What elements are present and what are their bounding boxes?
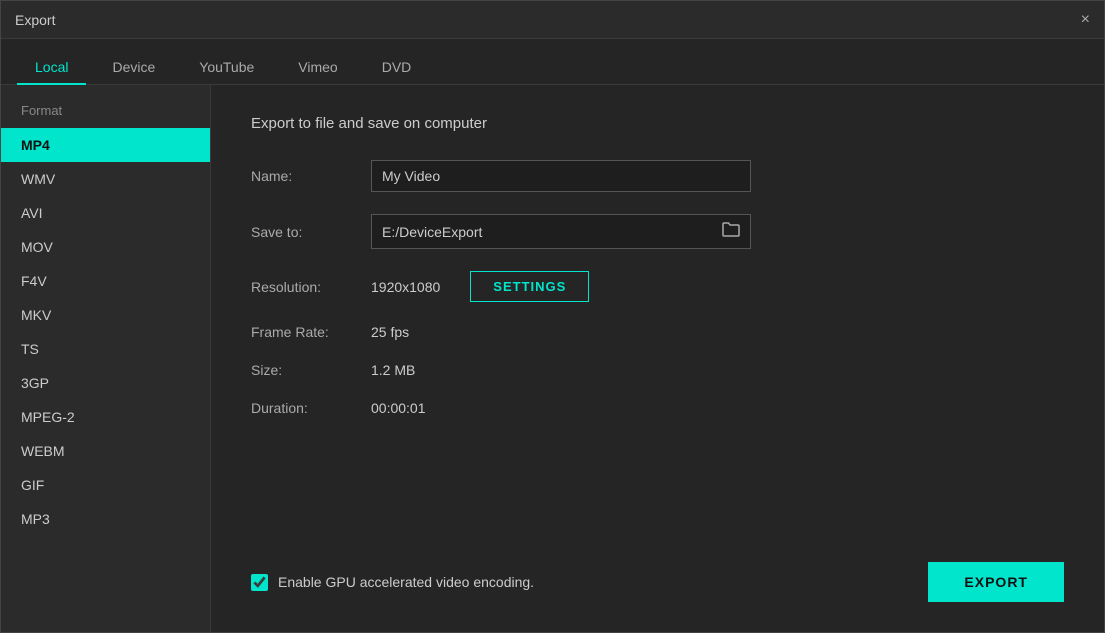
size-row: Size: 1.2 MB [251,362,1064,378]
size-value: 1.2 MB [371,362,415,378]
name-label: Name: [251,168,371,184]
sidebar-item-3gp[interactable]: 3GP [1,366,210,400]
save-to-row: Save to: [251,214,1064,249]
duration-row: Duration: 00:00:01 [251,400,1064,416]
resolution-row: Resolution: 1920x1080 SETTINGS [251,271,1064,302]
gpu-checkbox-label[interactable]: Enable GPU accelerated video encoding. [251,574,534,591]
save-to-container [371,214,751,249]
tab-youtube[interactable]: YouTube [181,51,272,85]
size-label: Size: [251,362,371,378]
duration-value: 00:00:01 [371,400,426,416]
export-button[interactable]: EXPORT [928,562,1064,602]
footer: Enable GPU accelerated video encoding. E… [251,542,1064,602]
save-to-input[interactable] [372,217,712,247]
window-title: Export [15,12,55,28]
tab-device[interactable]: Device [94,51,173,85]
close-button[interactable]: × [1081,12,1090,28]
gpu-label-text: Enable GPU accelerated video encoding. [278,574,534,590]
sidebar-item-f4v[interactable]: F4V [1,264,210,298]
sidebar: Format MP4 WMV AVI MOV F4V MKV TS 3GP MP… [1,85,211,632]
sidebar-item-ts[interactable]: TS [1,332,210,366]
name-row: Name: [251,160,1064,192]
resolution-value: 1920x1080 [371,279,440,295]
export-window: Export × Local Device YouTube Vimeo DVD … [0,0,1105,633]
tab-local[interactable]: Local [17,51,86,85]
save-to-label: Save to: [251,224,371,240]
sidebar-item-webm[interactable]: WEBM [1,434,210,468]
gpu-checkbox[interactable] [251,574,268,591]
content-area: Export to file and save on computer Name… [211,85,1104,632]
sidebar-item-mp4[interactable]: MP4 [1,128,210,162]
folder-browse-button[interactable] [712,215,750,248]
resolution-label: Resolution: [251,279,371,295]
main-content: Format MP4 WMV AVI MOV F4V MKV TS 3GP MP… [1,85,1104,632]
frame-rate-label: Frame Rate: [251,324,371,340]
title-bar: Export × [1,1,1104,39]
sidebar-item-mp3[interactable]: MP3 [1,502,210,536]
sidebar-item-avi[interactable]: AVI [1,196,210,230]
settings-button[interactable]: SETTINGS [470,271,589,302]
section-title: Export to file and save on computer [251,115,1064,132]
tab-vimeo[interactable]: Vimeo [280,51,355,85]
frame-rate-value: 25 fps [371,324,409,340]
sidebar-item-mpeg2[interactable]: MPEG-2 [1,400,210,434]
sidebar-item-mkv[interactable]: MKV [1,298,210,332]
frame-rate-row: Frame Rate: 25 fps [251,324,1064,340]
format-label: Format [1,103,210,128]
sidebar-item-gif[interactable]: GIF [1,468,210,502]
sidebar-item-wmv[interactable]: WMV [1,162,210,196]
duration-label: Duration: [251,400,371,416]
tab-bar: Local Device YouTube Vimeo DVD [1,39,1104,85]
tab-dvd[interactable]: DVD [364,51,430,85]
sidebar-item-mov[interactable]: MOV [1,230,210,264]
name-input[interactable] [371,160,751,192]
